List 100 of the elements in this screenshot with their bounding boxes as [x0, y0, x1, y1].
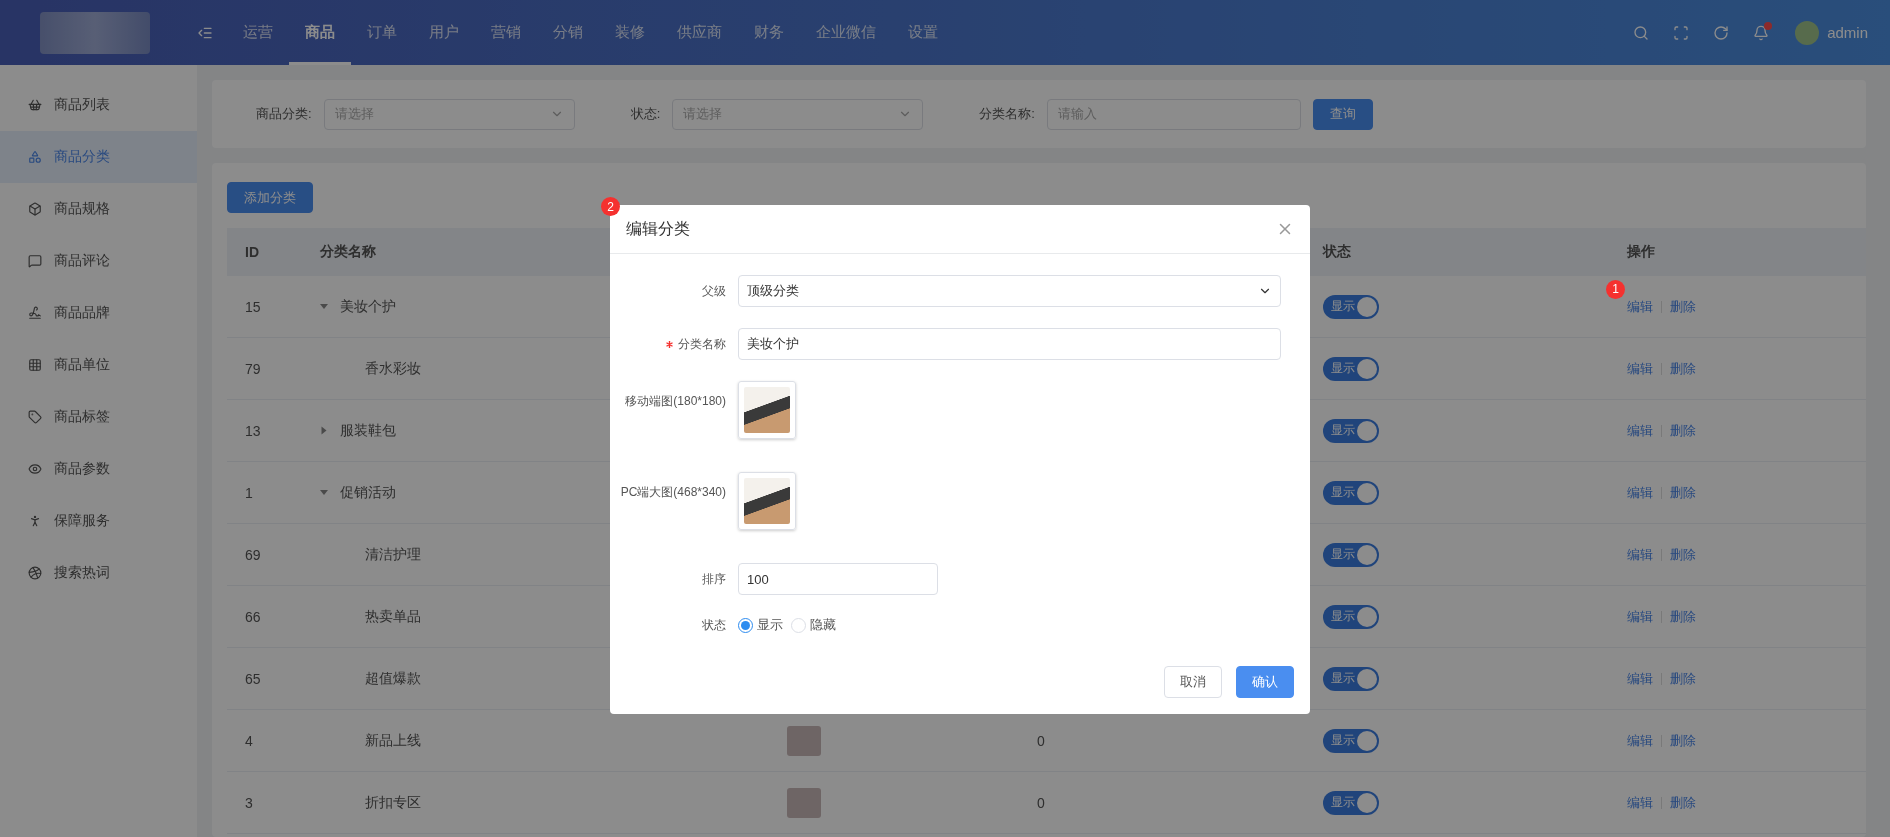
- delete-link[interactable]: 删除: [1670, 793, 1696, 812]
- expand-arrow-icon[interactable]: [321, 426, 327, 435]
- add-category-button[interactable]: 添加分类: [227, 182, 313, 213]
- chat-icon: [28, 254, 42, 268]
- nav-tab[interactable]: 企业微信: [800, 0, 892, 65]
- table-cell: 美妆个护: [340, 297, 396, 316]
- cancel-button[interactable]: 取消: [1164, 666, 1222, 698]
- fullscreen-icon[interactable]: [1673, 24, 1690, 41]
- edit-link[interactable]: 编辑: [1627, 297, 1653, 316]
- nav-tab[interactable]: 营销: [475, 0, 537, 65]
- table-cell: 15: [245, 298, 261, 315]
- table-cell: 促销活动: [340, 483, 396, 502]
- status-toggle[interactable]: 显示: [1323, 480, 1379, 505]
- sidebar-item[interactable]: 搜索热词: [0, 547, 197, 599]
- sidebar-item[interactable]: 商品参数: [0, 443, 197, 495]
- delete-link[interactable]: 删除: [1670, 545, 1696, 564]
- table-cell: 66: [245, 608, 261, 625]
- grid-icon: [28, 358, 42, 372]
- status-toggle[interactable]: 显示: [1323, 418, 1379, 443]
- status-toggle[interactable]: 显示: [1323, 666, 1379, 691]
- refresh-icon[interactable]: [1713, 24, 1730, 41]
- delete-link[interactable]: 删除: [1670, 483, 1696, 502]
- radio-option[interactable]: 显示: [738, 616, 783, 634]
- search-icon[interactable]: [1633, 24, 1650, 41]
- nav-tab[interactable]: 设置: [892, 0, 954, 65]
- user-name[interactable]: admin: [1827, 24, 1868, 41]
- sidebar-item[interactable]: 商品列表: [0, 79, 197, 131]
- status-toggle[interactable]: 显示: [1323, 542, 1379, 567]
- expand-arrow-icon[interactable]: [320, 304, 328, 309]
- parent-select[interactable]: 顶级分类: [738, 275, 1281, 307]
- column-header: 操作: [1626, 243, 1656, 261]
- table-cell: 香水彩妆: [365, 359, 421, 378]
- table-cell: 折扣专区: [365, 793, 421, 812]
- image-thumbnail[interactable]: [738, 381, 796, 439]
- sidebar-item[interactable]: 商品评论: [0, 235, 197, 287]
- nav-tab[interactable]: 用户: [413, 0, 475, 65]
- signature-icon: [28, 306, 42, 320]
- nav-tab[interactable]: 供应商: [661, 0, 738, 65]
- edit-link[interactable]: 编辑: [1627, 669, 1653, 688]
- edit-link[interactable]: 编辑: [1627, 359, 1653, 378]
- basket-icon: [28, 98, 42, 112]
- marker-badge: 1: [1606, 279, 1625, 299]
- table-cell: 热卖单品: [365, 607, 421, 626]
- person-icon: [28, 514, 42, 528]
- table-cell: 0: [1037, 732, 1045, 749]
- edit-link[interactable]: 编辑: [1627, 483, 1653, 502]
- sidebar-item[interactable]: 商品分类: [0, 131, 197, 183]
- edit-link[interactable]: 编辑: [1627, 545, 1653, 564]
- expand-arrow-icon[interactable]: [320, 490, 328, 495]
- sidebar-item[interactable]: 商品单位: [0, 339, 197, 391]
- sidebar-item[interactable]: 商品品牌: [0, 287, 197, 339]
- input-field[interactable]: 100: [738, 563, 938, 595]
- status-toggle[interactable]: 显示: [1323, 294, 1379, 319]
- table-cell: 65: [245, 670, 261, 687]
- delete-link[interactable]: 删除: [1670, 421, 1696, 440]
- edit-link[interactable]: 编辑: [1627, 421, 1653, 440]
- eye-icon: [28, 462, 42, 476]
- column-header: 状态: [1321, 243, 1352, 261]
- dialog-title: 编辑分类: [626, 218, 690, 239]
- search-button[interactable]: 查询: [1312, 98, 1373, 130]
- nav-tab[interactable]: 分销: [537, 0, 599, 65]
- table-cell: 3: [245, 794, 253, 811]
- asterisk-icon: [666, 340, 673, 348]
- delete-link[interactable]: 删除: [1670, 731, 1696, 750]
- delete-link[interactable]: 删除: [1670, 297, 1696, 316]
- edit-link[interactable]: 编辑: [1627, 793, 1653, 812]
- tag-icon: [28, 410, 42, 424]
- nav-tab[interactable]: 商品: [289, 0, 351, 65]
- delete-link[interactable]: 删除: [1670, 607, 1696, 626]
- sidebar-item[interactable]: 商品标签: [0, 391, 197, 443]
- table-cell: 清洁护理: [365, 545, 421, 564]
- nav-tab[interactable]: 订单: [351, 0, 413, 65]
- confirm-button[interactable]: 确认: [1236, 666, 1294, 698]
- status-toggle[interactable]: 显示: [1323, 728, 1379, 753]
- status-toggle[interactable]: 显示: [1323, 356, 1379, 381]
- image-thumbnail[interactable]: [738, 472, 796, 530]
- ball-icon: [28, 566, 42, 580]
- nav-tab[interactable]: 装修: [599, 0, 661, 65]
- nav-tab[interactable]: 运营: [227, 0, 289, 65]
- delete-link[interactable]: 删除: [1670, 669, 1696, 688]
- edit-link[interactable]: 编辑: [1627, 731, 1653, 750]
- column-header: 分类名称: [319, 243, 377, 261]
- shapes-icon: [28, 150, 42, 164]
- bell-icon[interactable]: [1753, 24, 1770, 41]
- status-toggle[interactable]: 显示: [1323, 790, 1379, 815]
- field-label: 排序: [701, 570, 727, 588]
- table-cell: 超值爆款: [365, 669, 421, 688]
- avatar[interactable]: [1795, 20, 1820, 45]
- input-field[interactable]: 美妆个护: [738, 328, 1281, 360]
- filter-label: 商品分类:: [256, 105, 312, 123]
- edit-link[interactable]: 编辑: [1627, 607, 1653, 626]
- nav-tab[interactable]: 财务: [738, 0, 800, 65]
- status-toggle[interactable]: 显示: [1323, 604, 1379, 629]
- radio-option[interactable]: 隐藏: [791, 616, 836, 634]
- field-label: 父级: [701, 282, 727, 300]
- sidebar-item[interactable]: 保障服务: [0, 495, 197, 547]
- delete-link[interactable]: 删除: [1670, 359, 1696, 378]
- table-cell: 新品上线: [365, 731, 421, 750]
- sidebar-item[interactable]: 商品规格: [0, 183, 197, 235]
- table-cell: 服装鞋包: [340, 421, 396, 440]
